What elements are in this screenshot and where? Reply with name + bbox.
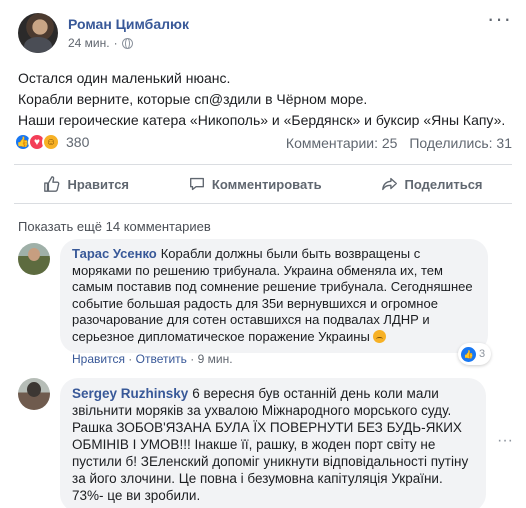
comment-bubble: Sergey Ruzhinsky 6 вересня був останній д… [60,378,486,508]
thumbs-up-icon [44,176,60,192]
divider [14,203,512,204]
author-name[interactable]: Роман Цимбалюк [68,16,189,32]
post-meta: 24 мин. · [68,36,133,50]
comment-text: 6 вересня був останній день коли мали зв… [72,386,469,503]
comment-reactions[interactable]: 👍 3 [458,343,492,365]
shares-count-link[interactable]: Поделились: 31 [409,135,512,151]
post-line: Корабли верните, которые сп@здили в Чёрн… [18,91,368,107]
comment-reply-link[interactable]: Ответить [136,352,187,366]
divider [14,164,512,165]
comment-reaction-count: 3 [479,348,486,360]
like-icon: 👍 [461,346,476,362]
comment-like-link[interactable]: Нравится [72,352,125,366]
like-button[interactable]: Нравится [43,175,129,193]
like-label: Нравится [67,176,130,192]
post-actions: Нравится Комментировать Поделиться [14,168,512,200]
share-label: Поделиться [404,176,483,192]
share-button[interactable]: Поделиться [381,175,483,193]
sad-face-icon [373,329,387,343]
post-text: Остался один маленький нюанс. Корабли ве… [18,68,518,131]
show-more-comments-link[interactable]: Показать ещё 14 комментариев [18,219,211,234]
facebook-post: Роман Цимбалюк 24 мин. · ··· Остался оди… [0,0,526,508]
commenter-avatar[interactable] [18,243,50,275]
comment-bubble: Тарас Усенко Корабли должны были быть воз… [60,239,488,353]
commenter-avatar[interactable] [18,378,50,410]
author-avatar[interactable] [18,13,58,53]
comments-count-link[interactable]: Комментарии: 25 [286,135,398,151]
comment-label: Комментировать [211,176,322,192]
post-counts: Комментарии: 25 Поделились: 31 [278,135,512,151]
comment-actions: Нравится · Ответить · 9 мин. [72,352,233,366]
post-line: Наши героические катера «Никополь» и «Бе… [18,112,506,128]
post-line: Остался один маленький нюанс. [18,70,231,86]
globe-icon[interactable] [121,37,133,49]
post-time[interactable]: 24 мин. [68,36,110,50]
reactions-summary[interactable]: 👍 ♥ ☺ 380 [14,133,89,151]
comment-time[interactable]: 9 мин. [198,352,233,366]
comment-icon [189,177,204,191]
share-icon [381,177,397,191]
commenter-name[interactable]: Sergey Ruzhinsky [72,386,188,401]
comment-options-icon[interactable]: ··· [497,432,513,450]
reaction-count: 380 [66,134,90,150]
commenter-name[interactable]: Тарас Усенко [72,246,157,261]
comment-button[interactable]: Комментировать [188,175,322,193]
more-options-icon[interactable]: ··· [487,8,512,30]
haha-icon: ☺ [42,133,60,151]
